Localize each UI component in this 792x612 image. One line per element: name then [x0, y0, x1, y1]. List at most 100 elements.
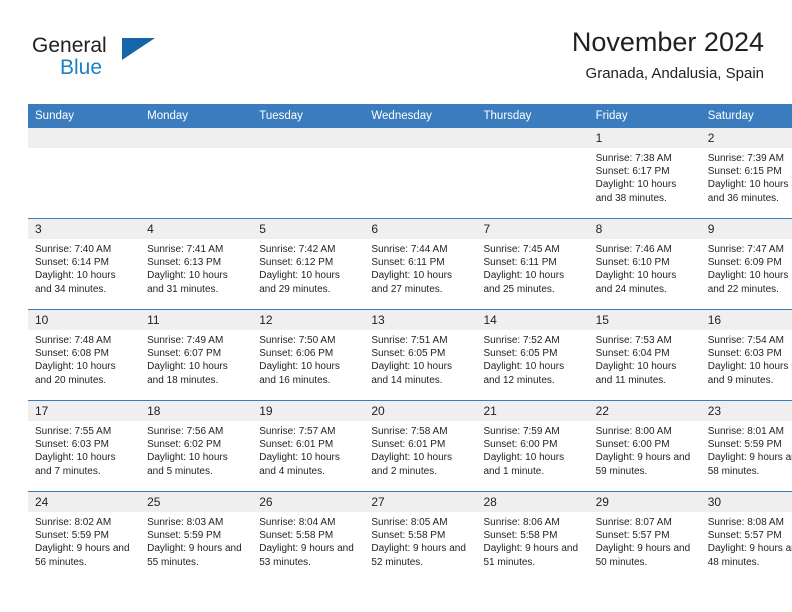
calendar-week-row: 1 Sunrise: 7:38 AM Sunset: 6:17 PM Daylight…: [28, 128, 792, 219]
daylight-text: Daylight: 9 hours and 59 minutes.: [595, 452, 691, 477]
calendar-week-row: 24 Sunrise: 8:02 AM Sunset: 5:59 PM Dayligh…: [28, 491, 792, 582]
day-number: [28, 128, 141, 148]
daylight-text: Daylight: 10 hours and 4 minutes.: [259, 452, 340, 477]
calendar-day-cell[interactable]: 18 Sunrise: 7:56 AM Sunset: 6:02 PM Dayligh…: [140, 400, 253, 492]
sunrise-text: Sunrise: 7:58 AM: [371, 426, 448, 437]
daylight-text: Daylight: 9 hours and 52 minutes.: [371, 543, 466, 568]
calendar-day-cell[interactable]: 27 Sunrise: 8:05 AM Sunset: 5:58 PM Dayligh…: [364, 491, 477, 582]
sunset-text: Sunset: 6:17 PM: [595, 166, 670, 178]
calendar-day-cell-empty: [252, 128, 365, 219]
day-details: Sunrise: 7:41 AM Sunset: 6:13 PM Daylight:…: [140, 239, 252, 296]
daylight-text: Daylight: 10 hours and 16 minutes.: [259, 361, 340, 386]
calendar-day-cell[interactable]: 1 Sunrise: 7:38 AM Sunset: 6:17 PM Daylight…: [588, 128, 701, 219]
day-details: Sunrise: 7:58 AM Sunset: 6:01 PM Daylight:…: [364, 421, 476, 478]
weekday-header-thursday: Thursday: [476, 104, 589, 128]
calendar-week-row: 17 Sunrise: 7:55 AM Sunset: 6:03 PM Dayligh…: [28, 400, 792, 492]
day-number: 6: [364, 219, 477, 239]
calendar-header-row: Sunday Monday Tuesday Wednesday Thursday Frid…: [28, 104, 792, 128]
calendar-day-cell[interactable]: 11 Sunrise: 7:49 AM Sunset: 6:07 PM Dayligh…: [140, 309, 253, 401]
sunset-text: Sunset: 5:57 PM: [707, 530, 782, 542]
day-number: 7: [476, 219, 589, 239]
calendar-day-cell[interactable]: 21 Sunrise: 7:59 AM Sunset: 6:00 PM Dayligh…: [476, 400, 589, 492]
calendar-day-cell[interactable]: 26 Sunrise: 8:04 AM Sunset: 5:58 PM Dayligh…: [252, 491, 365, 582]
calendar-day-cell-empty: [28, 128, 141, 219]
sunrise-text: Sunrise: 8:08 AM: [707, 517, 784, 528]
calendar-day-cell[interactable]: 9 Sunrise: 7:47 AM Sunset: 6:09 PM Daylight…: [700, 218, 792, 310]
day-number: 19: [252, 401, 365, 421]
day-details: Sunrise: 7:54 AM Sunset: 6:03 PM Daylight:…: [701, 330, 792, 387]
calendar-day-cell[interactable]: 12 Sunrise: 7:50 AM Sunset: 6:06 PM Dayligh…: [252, 309, 365, 401]
calendar-day-cell-empty: [364, 128, 477, 219]
day-details: Sunrise: 7:42 AM Sunset: 6:12 PM Daylight:…: [252, 239, 364, 296]
sunset-text: Sunset: 6:15 PM: [707, 166, 782, 178]
sunrise-text: Sunrise: 8:02 AM: [35, 517, 112, 528]
sunset-text: Sunset: 6:01 PM: [259, 439, 334, 451]
day-details: Sunrise: 8:06 AM Sunset: 5:58 PM Daylight:…: [477, 512, 589, 569]
weekday-header-tuesday: Tuesday: [252, 104, 365, 128]
day-number: 10: [28, 310, 141, 330]
calendar-day-cell[interactable]: 28 Sunrise: 8:06 AM Sunset: 5:58 PM Dayligh…: [476, 491, 589, 582]
calendar-day-cell[interactable]: 19 Sunrise: 7:57 AM Sunset: 6:01 PM Dayligh…: [252, 400, 365, 492]
calendar-day-cell[interactable]: 5 Sunrise: 7:42 AM Sunset: 6:12 PM Daylight…: [252, 218, 365, 310]
calendar-day-cell[interactable]: 10 Sunrise: 7:48 AM Sunset: 6:08 PM Dayligh…: [28, 309, 141, 401]
page-header: General Blue November 2024 Granada, Anda…: [28, 26, 764, 96]
daylight-text: Daylight: 9 hours and 51 minutes.: [483, 543, 579, 568]
daylight-text: Daylight: 10 hours and 1 minute.: [483, 452, 565, 477]
calendar-day-cell[interactable]: 24 Sunrise: 8:02 AM Sunset: 5:59 PM Dayligh…: [28, 491, 141, 582]
calendar-day-cell[interactable]: 2 Sunrise: 7:39 AM Sunset: 6:15 PM Daylight…: [700, 128, 792, 219]
calendar-day-cell-empty: [476, 128, 589, 219]
day-number: 1: [588, 128, 701, 148]
sunrise-text: Sunrise: 7:57 AM: [259, 426, 336, 437]
sunset-text: Sunset: 6:02 PM: [147, 439, 222, 451]
calendar-week-row: 10 Sunrise: 7:48 AM Sunset: 6:08 PM Dayligh…: [28, 309, 792, 401]
daylight-text: Daylight: 10 hours and 36 minutes.: [707, 179, 789, 204]
sunrise-text: Sunrise: 7:53 AM: [595, 335, 672, 346]
weekday-header-monday: Monday: [140, 104, 253, 128]
day-number: 17: [28, 401, 141, 421]
calendar-day-cell[interactable]: 15 Sunrise: 7:53 AM Sunset: 6:04 PM Dayligh…: [588, 309, 701, 401]
day-details: Sunrise: 7:39 AM Sunset: 6:15 PM Daylight:…: [701, 148, 792, 205]
calendar-day-cell[interactable]: 17 Sunrise: 7:55 AM Sunset: 6:03 PM Dayligh…: [28, 400, 141, 492]
calendar-day-cell[interactable]: 14 Sunrise: 7:52 AM Sunset: 6:05 PM Dayligh…: [476, 309, 589, 401]
triangle-logo-icon: [122, 38, 155, 60]
calendar-day-cell[interactable]: 4 Sunrise: 7:41 AM Sunset: 6:13 PM Daylight…: [140, 218, 253, 310]
sunset-text: Sunset: 5:59 PM: [147, 530, 222, 542]
calendar-day-cell[interactable]: 16 Sunrise: 7:54 AM Sunset: 6:03 PM Dayligh…: [700, 309, 792, 401]
calendar-day-cell[interactable]: 29 Sunrise: 8:07 AM Sunset: 5:57 PM Dayligh…: [588, 491, 701, 582]
day-details: Sunrise: 8:03 AM Sunset: 5:59 PM Daylight:…: [140, 512, 252, 569]
calendar-day-cell[interactable]: 22 Sunrise: 8:00 AM Sunset: 6:00 PM Dayligh…: [588, 400, 701, 492]
day-number: [364, 128, 477, 148]
sunrise-text: Sunrise: 8:01 AM: [707, 426, 784, 437]
daylight-text: Daylight: 10 hours and 25 minutes.: [483, 270, 565, 295]
calendar-day-cell[interactable]: 13 Sunrise: 7:51 AM Sunset: 6:05 PM Dayligh…: [364, 309, 477, 401]
day-number: 21: [476, 401, 589, 421]
sunrise-text: Sunrise: 8:04 AM: [259, 517, 336, 528]
calendar-day-cell[interactable]: 30 Sunrise: 8:08 AM Sunset: 5:57 PM Dayligh…: [700, 491, 792, 582]
sunrise-text: Sunrise: 7:51 AM: [371, 335, 448, 346]
calendar-day-cell[interactable]: 6 Sunrise: 7:44 AM Sunset: 6:11 PM Daylight…: [364, 218, 477, 310]
sunset-text: Sunset: 6:12 PM: [259, 257, 334, 269]
sunrise-text: Sunrise: 7:59 AM: [483, 426, 560, 437]
sunrise-text: Sunrise: 7:50 AM: [259, 335, 336, 346]
sunrise-text: Sunrise: 7:39 AM: [707, 153, 784, 164]
daylight-text: Daylight: 10 hours and 31 minutes.: [147, 270, 228, 295]
daylight-text: Daylight: 10 hours and 27 minutes.: [371, 270, 452, 295]
brand-name-general: General: [32, 34, 107, 57]
brand-logo[interactable]: General Blue: [32, 34, 172, 86]
day-details: Sunrise: 7:46 AM Sunset: 6:10 PM Daylight:…: [589, 239, 701, 296]
day-number: [140, 128, 253, 148]
daylight-text: Daylight: 10 hours and 34 minutes.: [35, 270, 116, 295]
calendar-day-cell[interactable]: 3 Sunrise: 7:40 AM Sunset: 6:14 PM Daylight…: [28, 218, 141, 310]
calendar-day-cell[interactable]: 25 Sunrise: 8:03 AM Sunset: 5:59 PM Dayligh…: [140, 491, 253, 582]
calendar-day-cell[interactable]: 7 Sunrise: 7:45 AM Sunset: 6:11 PM Daylight…: [476, 218, 589, 310]
calendar-day-cell[interactable]: 8 Sunrise: 7:46 AM Sunset: 6:10 PM Daylight…: [588, 218, 701, 310]
calendar-day-cell[interactable]: 23 Sunrise: 8:01 AM Sunset: 5:59 PM Dayligh…: [700, 400, 792, 492]
daylight-text: Daylight: 10 hours and 2 minutes.: [371, 452, 452, 477]
sunrise-text: Sunrise: 8:05 AM: [371, 517, 448, 528]
day-number: 8: [588, 219, 701, 239]
daylight-text: Daylight: 10 hours and 9 minutes.: [707, 361, 789, 386]
sunset-text: Sunset: 6:10 PM: [595, 257, 670, 269]
calendar-day-cell[interactable]: 20 Sunrise: 7:58 AM Sunset: 6:01 PM Dayligh…: [364, 400, 477, 492]
calendar-table: Sunday Monday Tuesday Wednesday Thursday Frid…: [28, 104, 792, 582]
sunrise-text: Sunrise: 7:42 AM: [259, 244, 336, 255]
